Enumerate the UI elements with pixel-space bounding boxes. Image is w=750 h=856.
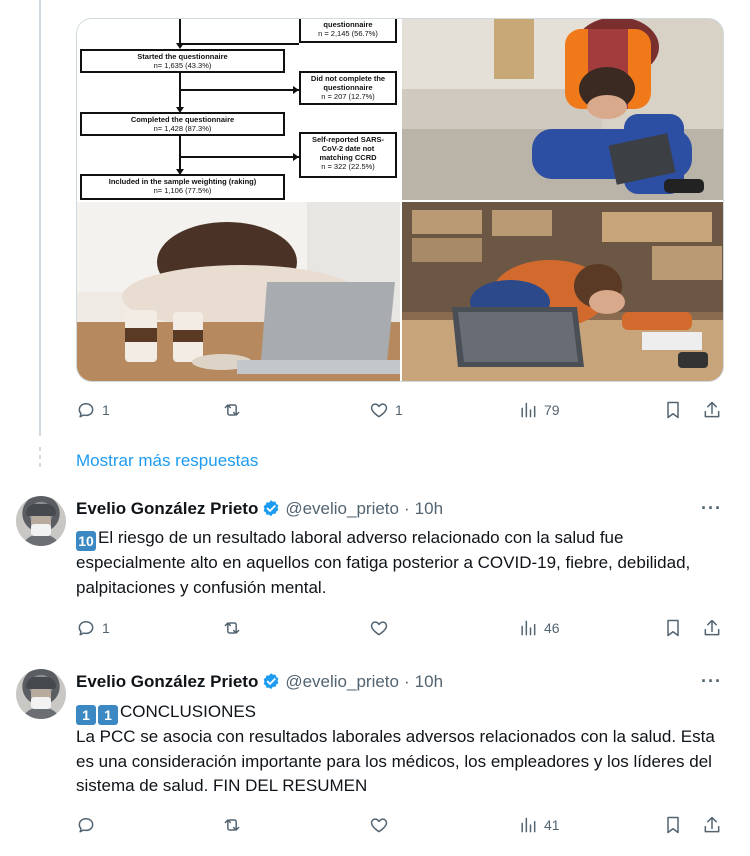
retweet-icon [224, 622, 240, 634]
like-count: 1 [395, 402, 403, 418]
verified-badge-icon[interactable] [261, 672, 281, 692]
reply-count: 1 [102, 402, 110, 418]
retweet-button[interactable] [222, 616, 242, 640]
reply-icon [78, 621, 94, 636]
photo-tired-woman-desk[interactable] [77, 202, 400, 381]
tweet-header: Evelio González Prieto @evelio_prieto · … [76, 672, 443, 692]
reply-icon [78, 818, 94, 833]
reply-button[interactable] [76, 813, 96, 837]
show-more-replies-link[interactable]: Mostrar más respuestas [76, 451, 258, 471]
flowchart-image[interactable]: questionnaire n = 2,145 (56.7%) Started … [77, 19, 400, 200]
share-icon [704, 401, 720, 418]
tweet-text-body: La PCC se asocia con resultados laborale… [76, 727, 715, 795]
like-button[interactable] [369, 616, 389, 640]
flow-included-title: Included in the sample weighting (raking… [108, 177, 257, 186]
thread-line-top [39, 0, 41, 436]
reply-button[interactable]: 1 [76, 398, 110, 422]
flow-not-started-n: n = 2,145 (56.7%) [318, 29, 378, 38]
avatar[interactable] [16, 496, 66, 546]
tweet-text: 10 El riesgo de un resultado laboral adve… [76, 526, 731, 600]
header-separator: · [403, 672, 410, 691]
thread-dots [39, 447, 41, 477]
views-icon [521, 817, 536, 833]
keycap-emoji: 1 [76, 705, 96, 725]
tweet-card[interactable]: Evelio González Prieto @evelio_prieto · … [0, 490, 750, 650]
views-button[interactable]: 41 [518, 813, 560, 837]
share-icon [704, 816, 720, 833]
heart-icon [370, 818, 388, 833]
flow-completed-title: Completed the questionnaire [130, 115, 235, 124]
heart-icon [370, 403, 388, 418]
heart-icon [370, 621, 388, 636]
views-button[interactable]: 46 [518, 616, 560, 640]
author-name[interactable]: Evelio González Prieto [76, 672, 258, 692]
tweet-card[interactable]: Evelio González Prieto @evelio_prieto · … [0, 663, 750, 853]
retweet-icon [224, 404, 240, 416]
flow-not-completed-line2: questionnaire [323, 83, 373, 92]
views-icon [521, 402, 536, 418]
retweet-button[interactable] [222, 398, 242, 422]
verified-badge-icon[interactable] [261, 499, 281, 519]
share-button[interactable] [702, 813, 722, 837]
tweet-heading-line: 1 1 CONCLUSIONES [76, 700, 731, 725]
retweet-button[interactable] [222, 813, 242, 837]
bookmark-icon [667, 816, 679, 834]
views-icon [521, 620, 536, 636]
tweet-timestamp[interactable]: 10h [415, 672, 443, 692]
keycap-emoji: 1 [98, 705, 118, 725]
reply-button[interactable]: 1 [76, 616, 110, 640]
share-button[interactable] [702, 398, 722, 422]
reply-count: 1 [102, 620, 110, 636]
media-grid[interactable]: questionnaire n = 2,145 (56.7%) Started … [76, 18, 724, 382]
views-count: 79 [544, 402, 560, 418]
flow-not-completed-n: n = 207 (12.7%) [321, 92, 375, 101]
flow-selfreported-line1: Self-reported SARS- [311, 135, 385, 144]
more-options-button[interactable]: ··· [701, 671, 722, 692]
reply-icon [78, 403, 94, 418]
author-handle[interactable]: @evelio_prieto [285, 672, 399, 692]
flow-not-completed-line1: Did not complete the [310, 74, 386, 83]
bookmark-button[interactable] [663, 813, 683, 837]
keycap-emoji: 10 [76, 531, 96, 551]
retweet-icon [224, 819, 240, 831]
bookmark-button[interactable] [663, 616, 683, 640]
views-count: 41 [544, 817, 560, 833]
bookmark-button[interactable] [663, 398, 683, 422]
flow-not-started-line1: questionnaire [323, 20, 373, 29]
like-button[interactable]: 1 [369, 398, 403, 422]
flow-selfreported-line2: CoV-2 date not [321, 144, 375, 153]
tweet-timestamp[interactable]: 10h [415, 499, 443, 519]
views-button[interactable]: 79 [518, 398, 560, 422]
bookmark-icon [667, 401, 679, 419]
tweet-heading: CONCLUSIONES [120, 702, 257, 721]
avatar[interactable] [16, 669, 66, 719]
tweet0-action-bar: 1 1 79 [76, 398, 726, 422]
flow-started-title: Started the questionnaire [137, 52, 228, 61]
bookmark-icon [667, 619, 679, 637]
flow-completed-n: n= 1,428 (87.3%) [153, 124, 212, 133]
tweet-header: Evelio González Prieto @evelio_prieto · … [76, 499, 443, 519]
photo-sleeping-man-laptop[interactable] [402, 202, 723, 381]
flow-included-n: n= 1,106 (77.5%) [153, 186, 212, 195]
more-options-button[interactable]: ··· [701, 498, 722, 519]
photo-tired-worker-vest[interactable] [402, 19, 723, 200]
flow-started-n: n= 1,635 (43.3%) [153, 61, 212, 70]
tweet-text-body: El riesgo de un resultado laboral advers… [76, 528, 691, 597]
tweet-action-bar: 41 [76, 813, 726, 837]
tweet-action-bar: 1 46 [76, 616, 726, 640]
share-button[interactable] [702, 616, 722, 640]
share-icon [704, 619, 720, 636]
flow-selfreported-line3: matching CCRD [319, 153, 377, 162]
author-name[interactable]: Evelio González Prieto [76, 499, 258, 519]
header-separator: · [403, 499, 410, 518]
tweet-text: 1 1 CONCLUSIONES La PCC se asocia con resu… [76, 700, 731, 799]
views-count: 46 [544, 620, 560, 636]
author-handle[interactable]: @evelio_prieto [285, 499, 399, 519]
flow-selfreported-n: n = 322 (22.5%) [321, 162, 375, 171]
like-button[interactable] [369, 813, 389, 837]
